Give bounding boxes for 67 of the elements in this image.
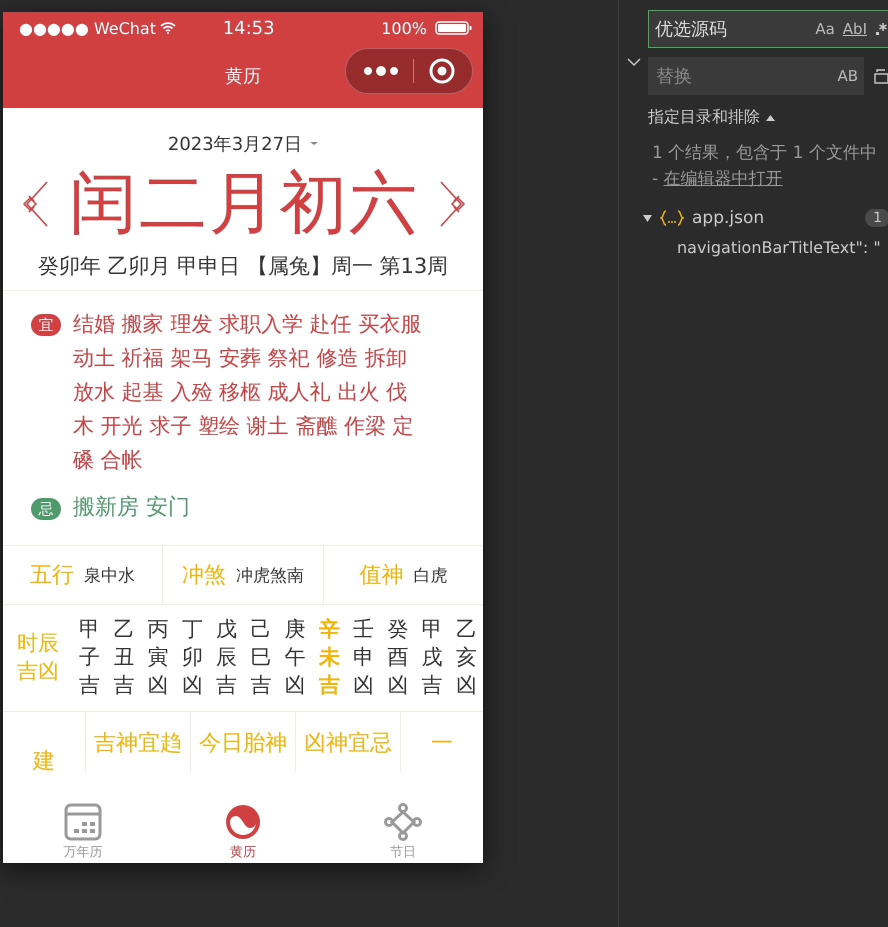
- caret-icon: [643, 214, 652, 222]
- json-file-icon: [660, 210, 684, 226]
- ganzhi-text: 癸卯年 乙卯月 甲申日 【属兔】周一 第13周: [3, 252, 483, 291]
- match-line[interactable]: navigationBarTitleText": ": [619, 238, 888, 257]
- hour-column: 壬 申 凶: [353, 615, 374, 699]
- hour-column: 戊 辰 吉: [216, 615, 238, 699]
- hour-column: 甲 子 吉: [79, 615, 100, 699]
- hour-column: 甲 戌 吉: [422, 615, 443, 699]
- hours-label: 时辰吉凶: [17, 630, 60, 685]
- file-tree-item[interactable]: app.json 1: [619, 208, 888, 228]
- regex-icon[interactable]: [875, 22, 887, 36]
- replace-all-icon[interactable]: [874, 68, 888, 84]
- calendar-icon: [64, 802, 102, 840]
- hour-column: 己 巳 吉: [250, 615, 272, 699]
- tab[interactable]: 黄历: [163, 800, 323, 863]
- search-field[interactable]: 优选源码 Aa AbI: [648, 10, 888, 48]
- ji-tag: 忌: [31, 498, 61, 520]
- suitable-activities-line: 放水 起基 入殓 移柩 成人礼 出火 伐: [73, 379, 408, 406]
- hour-column: 乙 亥 凶: [456, 615, 477, 699]
- more-icon[interactable]: [363, 65, 400, 77]
- info-label: 值神: [359, 562, 404, 590]
- whole-word-option[interactable]: AbI: [842, 20, 867, 38]
- result-summary: 1 个结果，包含于 1 个文件中 - 在编辑器中打开: [651, 142, 878, 191]
- wifi-icon: [160, 22, 176, 34]
- lunar-date: 闰二月初六: [69, 163, 419, 245]
- preserve-case-option[interactable]: AB: [837, 67, 858, 85]
- hour-column: 辛 未 吉: [318, 615, 340, 699]
- left-ornament-icon[interactable]: [21, 180, 49, 228]
- info-label: 冲煞: [182, 562, 226, 590]
- suitable-activities-line: 磉 合帐: [73, 447, 143, 474]
- info-value: 白虎: [413, 564, 448, 586]
- section-heading: 凶神宜忌: [304, 730, 392, 758]
- avoid-activities: 搬新房 安门: [73, 494, 190, 522]
- info-value: 泉中水: [84, 564, 136, 586]
- scope-toggle[interactable]: 指定目录和排除: [648, 107, 760, 128]
- page-title: 黄历: [225, 65, 261, 88]
- right-ornament-icon[interactable]: [439, 180, 467, 228]
- nodes-icon: [384, 802, 422, 840]
- solar-date[interactable]: 2023年3月27日: [168, 132, 302, 156]
- section-heading: 一: [431, 730, 453, 758]
- suitable-activities-line: 结婚 搬家 理发 求职入学 赴任 买衣服: [73, 311, 422, 338]
- open-in-editor-link[interactable]: 在编辑器中打开: [664, 169, 783, 189]
- replace-field[interactable]: 替换 AB: [648, 57, 864, 95]
- caret-icon: [310, 142, 318, 146]
- carrier-text: ●●●●● WeChat: [19, 18, 156, 38]
- suitable-activities-line: 动土 祈福 架马 安葬 祭祀 修造 拆卸: [73, 345, 408, 372]
- caret-up-icon: [766, 114, 775, 120]
- match-case-option[interactable]: Aa: [815, 20, 835, 38]
- hour-column: 乙 丑 吉: [113, 615, 134, 699]
- close-icon[interactable]: [428, 58, 455, 84]
- hour-column: 癸 酉 凶: [387, 615, 408, 699]
- clock-text: 14:53: [222, 18, 276, 38]
- chevron-down-icon[interactable]: [627, 58, 641, 66]
- section-heading: 建: [33, 748, 55, 772]
- hour-column: 丙 寅 凶: [148, 615, 169, 699]
- battery-text: 100%: [381, 18, 427, 38]
- yi-tag: 宜: [31, 314, 61, 336]
- battery-icon: [435, 21, 473, 35]
- suitable-activities-line: 木 开光 求子 塑绘 谢土 斋醮 作梁 定: [73, 413, 414, 440]
- info-value: 冲虎煞南: [236, 564, 304, 586]
- yinyang-icon: [224, 802, 262, 840]
- info-label: 五行: [30, 562, 74, 590]
- section-heading: 今日胎神: [199, 730, 287, 758]
- match-count-badge: 1: [865, 209, 888, 227]
- hour-column: 丁 卯 凶: [182, 615, 203, 699]
- section-heading: 吉神宜趋: [94, 730, 182, 758]
- hour-column: 庚 午 凶: [284, 615, 306, 699]
